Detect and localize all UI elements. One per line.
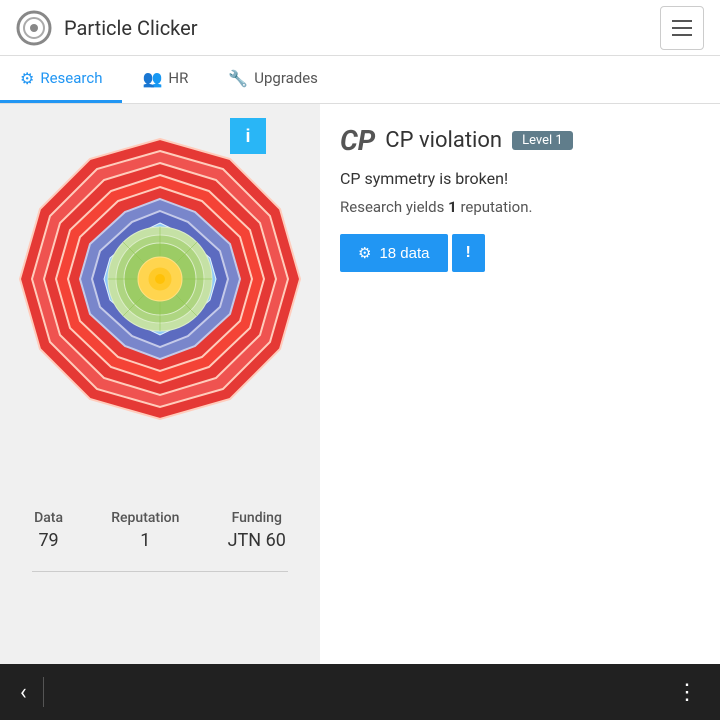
research-tab-icon: ⚙	[20, 69, 34, 88]
funding-label: Funding	[232, 510, 282, 526]
menu-icon	[672, 20, 692, 22]
research-yield: Research yields 1 reputation.	[340, 198, 700, 216]
data-button-label: 18 data	[379, 245, 429, 262]
top-bar: Particle Clicker	[0, 0, 720, 56]
menu-button[interactable]	[660, 6, 704, 50]
left-panel: i	[0, 104, 320, 664]
app-logo-icon	[16, 10, 52, 46]
gear-icon: ⚙	[358, 244, 371, 262]
data-value: 79	[38, 530, 58, 551]
tab-upgrades[interactable]: 🔧 Upgrades	[208, 56, 338, 103]
yield-unit: reputation.	[457, 198, 533, 216]
main-content: i	[0, 104, 720, 664]
tabs-bar: ⚙ Research 👥 HR 🔧 Upgrades	[0, 56, 720, 104]
action-row: ⚙ 18 data !	[340, 234, 700, 272]
research-name: CP violation	[385, 128, 502, 153]
rings-svg	[15, 129, 305, 489]
bottom-divider	[43, 677, 44, 707]
back-button[interactable]: ‹	[20, 680, 27, 705]
cp-violation-icon: CP	[340, 124, 375, 157]
more-options-button[interactable]: ⋮	[676, 680, 700, 705]
top-bar-left: Particle Clicker	[16, 10, 198, 46]
stat-reputation: Reputation 1	[111, 510, 179, 551]
right-panel: CP CP violation Level 1 CP symmetry is b…	[320, 104, 720, 664]
app-title: Particle Clicker	[64, 16, 198, 40]
stats-divider	[32, 571, 288, 572]
yield-text: Research yields	[340, 198, 448, 216]
stats-row: Data 79 Reputation 1 Funding JTN 60	[0, 494, 320, 561]
warning-button[interactable]: !	[452, 234, 485, 272]
stat-funding: Funding JTN 60	[228, 510, 286, 551]
tab-research-label: Research	[40, 69, 102, 87]
tab-hr-label: HR	[168, 69, 188, 87]
tab-research[interactable]: ⚙ Research	[0, 56, 122, 103]
data-label: Data	[34, 510, 63, 526]
upgrades-tab-icon: 🔧	[228, 69, 248, 88]
tab-hr[interactable]: 👥 HR	[122, 56, 208, 103]
research-item: CP CP violation Level 1 CP symmetry is b…	[340, 124, 700, 272]
level-badge: Level 1	[512, 131, 573, 150]
menu-icon	[672, 27, 692, 29]
reputation-value: 1	[140, 530, 150, 551]
reputation-label: Reputation	[111, 510, 179, 526]
tab-upgrades-label: Upgrades	[254, 69, 318, 87]
stat-data: Data 79	[34, 510, 63, 551]
research-header: CP CP violation Level 1	[340, 124, 700, 157]
hr-tab-icon: 👥	[142, 69, 162, 88]
info-button[interactable]: i	[230, 118, 266, 154]
yield-amount: 1	[448, 198, 457, 216]
research-description: CP symmetry is broken!	[340, 169, 700, 188]
menu-icon	[672, 34, 692, 36]
particle-visualization	[15, 124, 305, 494]
funding-value: JTN 60	[228, 530, 286, 551]
research-data-button[interactable]: ⚙ 18 data	[340, 234, 448, 272]
bottom-bar: ‹ ⋮	[0, 664, 720, 720]
